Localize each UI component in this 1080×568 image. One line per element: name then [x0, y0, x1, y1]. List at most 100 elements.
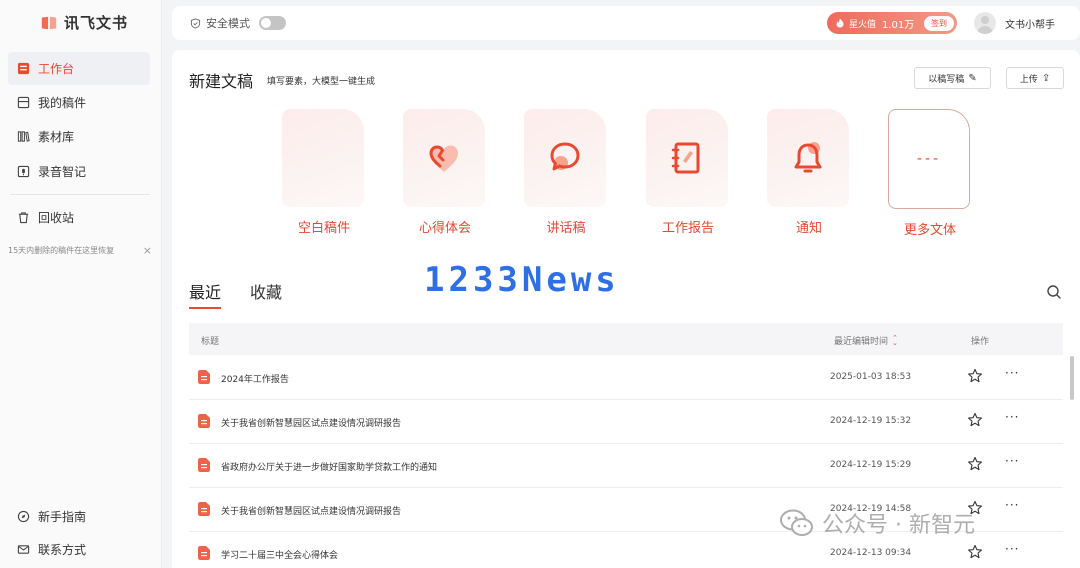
- app-logo[interactable]: 讯飞文书: [40, 12, 128, 33]
- workbench-icon: [17, 62, 30, 75]
- spark-coin-badge[interactable]: 星火值 1.01万 签到: [827, 12, 957, 34]
- book-logo-icon: [41, 16, 57, 29]
- close-icon[interactable]: ×: [143, 244, 152, 257]
- main-panel: 新建文稿 填写要素，大模型一键生成 以稿写稿 ✎ 上传 ⇪ 空白稿件 心得体会: [172, 50, 1080, 568]
- sidebar-item-label: 我的稿件: [38, 96, 87, 110]
- shield-icon: [190, 17, 201, 29]
- template-speech[interactable]: 讲话稿: [524, 109, 608, 236]
- avatar: [974, 12, 996, 34]
- table-header: 标题 最近编辑时间 ⌃ ⌄ 操作: [189, 323, 1063, 355]
- header-edited-label: 最近编辑时间: [834, 337, 889, 347]
- more-button[interactable]: ···: [1005, 366, 1019, 380]
- upload-icon: ⇪: [1041, 72, 1051, 84]
- more-button[interactable]: ···: [1005, 410, 1019, 424]
- tab-recent[interactable]: 最近: [189, 279, 222, 309]
- template-label: 心得体会: [418, 221, 471, 236]
- heart-icon: [429, 145, 458, 172]
- sidebar-divider: [10, 194, 150, 195]
- trash-icon: [18, 212, 29, 224]
- upload-button[interactable]: 上传 ⇪: [1006, 67, 1064, 89]
- template-work-report[interactable]: 工作报告: [646, 109, 730, 236]
- header-actions: 操作: [971, 337, 990, 347]
- user-name: 文书小帮手: [1005, 19, 1055, 31]
- sidebar-item-label: 新手指南: [38, 510, 87, 524]
- more-button[interactable]: ···: [1005, 454, 1019, 468]
- document-icon: [198, 414, 210, 428]
- sidebar-item-trash[interactable]: 回收站: [8, 201, 150, 234]
- wechat-icon: [780, 509, 813, 536]
- doc-time: 2025-01-03 18:53: [830, 372, 912, 382]
- blank-doc-icon: [301, 136, 345, 180]
- safe-mode: 安全模式: [190, 15, 286, 31]
- recording-icon: [17, 165, 30, 178]
- scrollbar[interactable]: [1070, 356, 1074, 400]
- template-label: 更多文体: [903, 223, 956, 238]
- sidebar-item-workbench[interactable]: 工作台: [8, 52, 150, 85]
- document-icon: [198, 458, 210, 472]
- sidebar-item-contact[interactable]: 联系方式: [8, 533, 150, 566]
- upload-label: 上传: [1019, 74, 1038, 85]
- template-label: 工作报告: [661, 221, 714, 236]
- overlay-logo: 1233News: [424, 260, 620, 300]
- document-icon: [198, 546, 210, 560]
- template-notice[interactable]: 通知: [767, 109, 851, 236]
- doc-name: 学习二十届三中全会心得体会: [221, 551, 339, 561]
- sidebar-item-label: 素材库: [38, 130, 75, 144]
- document-icon: [198, 502, 210, 516]
- template-more[interactable]: --- 更多文体: [888, 109, 972, 238]
- sort-icon: ⌃ ⌄: [892, 333, 898, 347]
- more-button[interactable]: ···: [1005, 498, 1019, 512]
- template-card: [646, 109, 728, 207]
- library-icon: [17, 131, 30, 142]
- sidebar-item-label: 工作台: [38, 62, 75, 76]
- coin-label: 星火值: [849, 19, 877, 30]
- report-book-icon: [671, 142, 700, 174]
- table-row[interactable]: 关于我省创新智慧园区试点建设情况调研报告 2024-12-19 15:32 ··…: [189, 400, 1063, 444]
- safe-mode-toggle[interactable]: [259, 16, 286, 30]
- sidebar-item-guide[interactable]: 新手指南: [8, 500, 150, 533]
- write-by-draft-button[interactable]: 以稿写稿 ✎: [914, 67, 991, 89]
- compass-icon: [17, 510, 30, 523]
- sidebar-item-recording[interactable]: 录音智记: [8, 155, 150, 188]
- sidebar-item-drafts[interactable]: 我的稿件: [8, 86, 150, 119]
- doc-time: 2024-12-19 15:29: [830, 460, 912, 470]
- watermark-text: 公众号 · 新智元: [822, 513, 975, 538]
- tab-favorites[interactable]: 收藏: [250, 279, 282, 303]
- doc-name: 省政府办公厅关于进一步做好国家助学贷款工作的通知: [221, 463, 438, 473]
- sidebar-item-label: 回收站: [38, 211, 75, 225]
- search-icon[interactable]: [1046, 284, 1062, 300]
- star-icon[interactable]: [967, 544, 983, 560]
- doc-name: 2024年工作报告: [221, 375, 289, 385]
- edit-icon: ✎: [968, 72, 977, 84]
- speech-bubble-icon: [550, 142, 580, 171]
- star-icon[interactable]: [967, 456, 983, 472]
- table-row[interactable]: 2024年工作报告 2025-01-03 18:53 ···: [189, 356, 1063, 400]
- user-menu[interactable]: 文书小帮手: [974, 12, 1055, 34]
- header-edited[interactable]: 最近编辑时间 ⌃ ⌄: [834, 334, 898, 347]
- template-label: 通知: [795, 221, 822, 236]
- template-reflection[interactable]: 心得体会: [403, 109, 487, 236]
- bell-icon: [794, 142, 822, 173]
- star-icon[interactable]: [967, 368, 983, 384]
- doc-name: 关于我省创新智慧园区试点建设情况调研报告: [221, 507, 402, 517]
- mail-icon: [17, 545, 30, 554]
- sign-in-button[interactable]: 签到: [924, 15, 954, 31]
- document-icon: [198, 370, 210, 384]
- sidebar-item-library[interactable]: 素材库: [8, 120, 150, 153]
- template-label: 讲话稿: [546, 221, 586, 236]
- new-doc-subtitle: 填写要素，大模型一键生成: [267, 77, 376, 87]
- template-label: 空白稿件: [297, 221, 350, 236]
- template-blank[interactable]: 空白稿件: [282, 109, 366, 236]
- sidebar: 讯飞文书 工作台 我的稿件 素材库 录音智记 回收站 15天内删除的稿件在这里恢…: [0, 0, 162, 568]
- star-icon[interactable]: [967, 412, 983, 428]
- write-by-draft-label: 以稿写稿: [928, 74, 965, 85]
- template-card: [524, 109, 606, 207]
- more-button[interactable]: ···: [1005, 542, 1019, 556]
- sidebar-item-label: 联系方式: [38, 543, 87, 557]
- top-bar: 安全模式 星火值 1.01万 签到 文书小帮手: [172, 6, 1080, 40]
- template-card: ---: [888, 109, 970, 209]
- drafts-icon: [17, 96, 30, 109]
- doc-time: 2024-12-13 09:34: [830, 548, 912, 558]
- table-row[interactable]: 省政府办公厅关于进一步做好国家助学贷款工作的通知 2024-12-19 15:2…: [189, 444, 1063, 488]
- header-title: 标题: [201, 337, 220, 347]
